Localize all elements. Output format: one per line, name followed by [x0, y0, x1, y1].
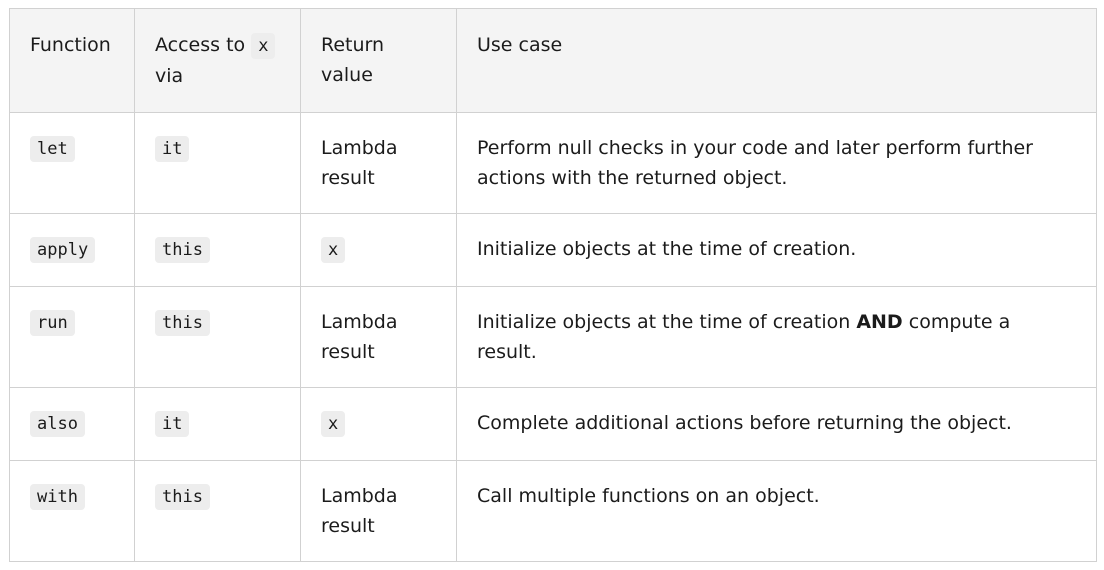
cell-function: also	[9, 387, 135, 461]
table-body: let it Lambda result Perform null checks…	[9, 112, 1097, 562]
function-code: apply	[30, 237, 96, 263]
table-row: run this Lambda result Initialize object…	[9, 286, 1097, 388]
header-row: Function Access to x via Return value Us…	[9, 8, 1097, 113]
access-code: this	[155, 310, 210, 336]
cell-use-case: Complete additional actions before retur…	[456, 387, 1097, 461]
cell-use-case: Perform null checks in your code and lat…	[456, 112, 1097, 214]
header-function: Function	[9, 8, 135, 113]
use-case-emphasis: AND	[856, 311, 903, 333]
access-code: it	[155, 411, 190, 437]
cell-function: apply	[9, 213, 135, 287]
return-value-code: x	[321, 237, 346, 263]
cell-return-value: x	[300, 387, 457, 461]
cell-use-case: Initialize objects at the time of creati…	[456, 286, 1097, 388]
cell-use-case: Initialize objects at the time of creati…	[456, 213, 1097, 287]
header-access: Access to x via	[134, 8, 301, 113]
header-return-value: Return value	[300, 8, 457, 113]
cell-function: let	[9, 112, 135, 214]
cell-return-value: Lambda result	[300, 460, 457, 562]
cell-return-value: Lambda result	[300, 286, 457, 388]
use-case-text: Perform null checks in your code and lat…	[477, 137, 1033, 189]
function-code: run	[30, 310, 75, 336]
cell-access: this	[134, 286, 301, 388]
table-header: Function Access to x via Return value Us…	[9, 8, 1097, 113]
header-access-code: x	[251, 33, 276, 59]
cell-access: it	[134, 112, 301, 214]
cell-function: run	[9, 286, 135, 388]
header-access-prefix: Access to	[155, 34, 246, 56]
table-row: with this Lambda result Call multiple fu…	[9, 460, 1097, 562]
cell-function: with	[9, 460, 135, 562]
cell-access: this	[134, 460, 301, 562]
header-access-suffix: via	[155, 65, 184, 87]
cell-access: this	[134, 213, 301, 287]
access-code: this	[155, 484, 210, 510]
scope-functions-table: Function Access to x via Return value Us…	[9, 8, 1097, 562]
cell-return-value: Lambda result	[300, 112, 457, 214]
cell-access: it	[134, 387, 301, 461]
cell-use-case: Call multiple functions on an object.	[456, 460, 1097, 562]
table-row: apply this x Initialize objects at the t…	[9, 213, 1097, 287]
function-code: also	[30, 411, 85, 437]
header-use-case: Use case	[456, 8, 1097, 113]
access-code: this	[155, 237, 210, 263]
function-code: let	[30, 136, 75, 162]
cell-return-value: x	[300, 213, 457, 287]
access-code: it	[155, 136, 190, 162]
use-case-text: Initialize objects at the time of creati…	[477, 238, 857, 260]
table-row: also it x Complete additional actions be…	[9, 387, 1097, 461]
table-row: let it Lambda result Perform null checks…	[9, 112, 1097, 214]
use-case-text: Call multiple functions on an object.	[477, 485, 820, 507]
function-code: with	[30, 484, 85, 510]
return-value-code: x	[321, 411, 346, 437]
use-case-text: Complete additional actions before retur…	[477, 412, 1012, 434]
use-case-text: Initialize objects at the time of creati…	[477, 311, 857, 333]
